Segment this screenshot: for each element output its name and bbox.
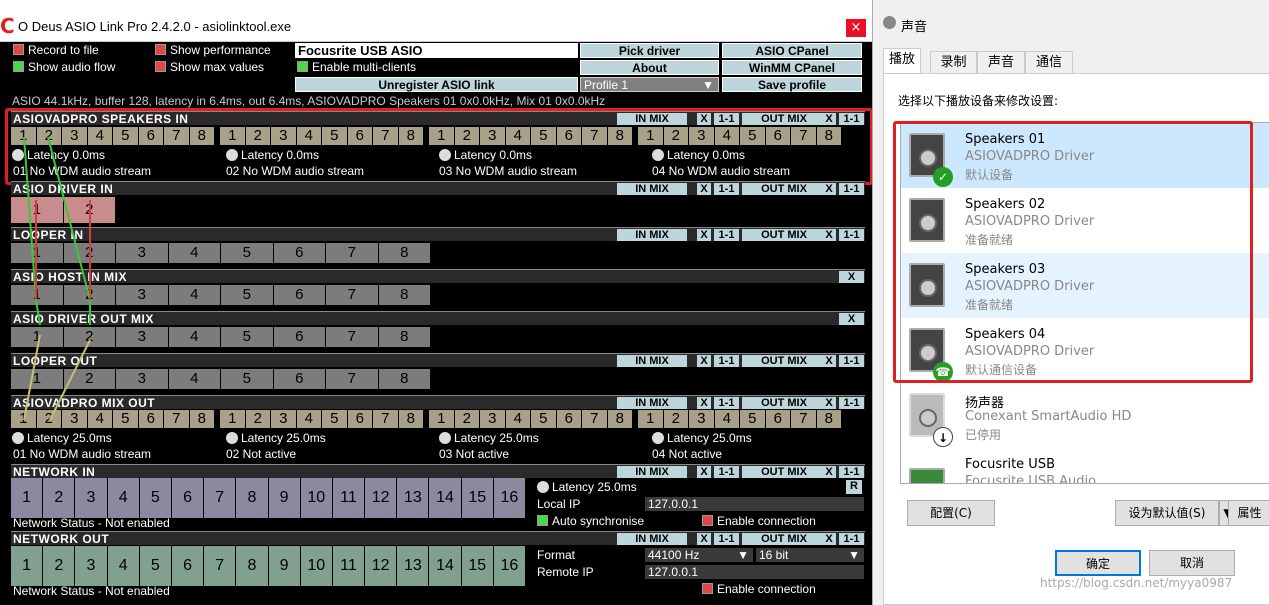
properties-button[interactable]: 属性: [1228, 500, 1269, 526]
highlight-box: [893, 121, 1253, 383]
tab-sounds[interactable]: 声音: [977, 51, 1025, 73]
asio-link-window: C O Deus ASIO Link Pro 2.4.2.0 - asiolin…: [0, 0, 873, 605]
list-item[interactable]: ↓ 扬声器 Conexant SmartAudio HD 已停用: [901, 383, 1269, 448]
tab-recording[interactable]: 录制: [930, 51, 977, 73]
cancel-button[interactable]: 取消: [1149, 550, 1235, 576]
tab-playback[interactable]: 播放: [883, 48, 921, 74]
audio-flow-lines: [23, 136, 91, 421]
dialog-title: 声音: [901, 20, 928, 35]
disabled-arrow-icon: ↓: [933, 427, 953, 447]
configure-button[interactable]: 配置(C): [907, 500, 995, 526]
speaker-icon: [883, 16, 896, 29]
tab-communications[interactable]: 通信: [1025, 51, 1073, 73]
usb-device-icon: [909, 468, 945, 483]
ok-button[interactable]: 确定: [1055, 550, 1141, 576]
list-item[interactable]: Focusrite USB Focusrite USB Audio: [901, 448, 1269, 483]
set-default-button[interactable]: 设为默认值(S): [1115, 500, 1219, 526]
instruction-text: 选择以下播放设备来修改设置:: [898, 94, 1059, 108]
watermark: https://blog.csdn.net/myya0987: [1040, 576, 1233, 590]
